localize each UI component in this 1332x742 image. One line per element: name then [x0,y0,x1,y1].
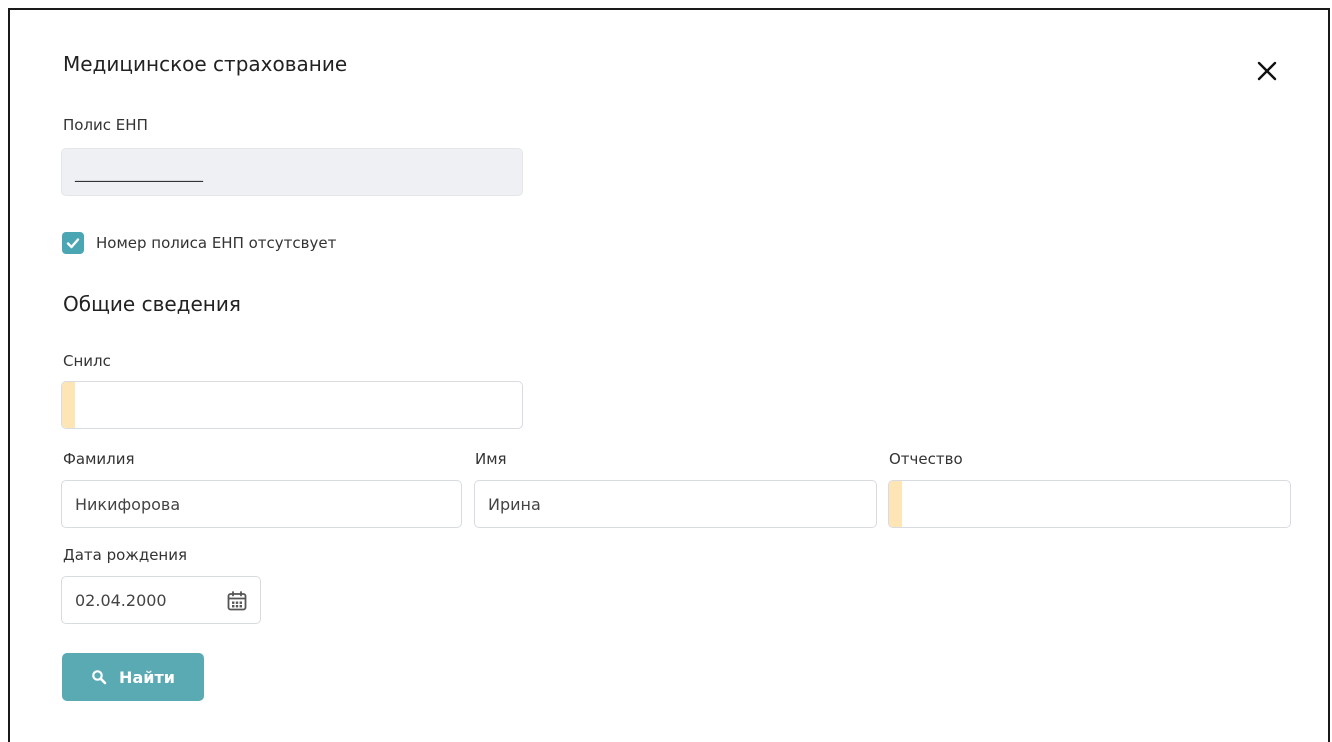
surname-input[interactable]: Никифорова [61,480,462,528]
snils-label: Снилс [63,352,111,370]
no-policy-checkbox-label: Номер полиса ЕНП отсутсвует [96,234,337,252]
birth-date-input-value: 02.04.2000 [75,590,167,610]
find-button-label: Найти [119,667,175,687]
no-policy-checkbox-row[interactable]: Номер полиса ЕНП отсутсвует [62,232,336,254]
name-label: Имя [475,450,507,468]
close-icon[interactable] [1256,60,1278,82]
policy-input-value: ________________ [75,162,203,182]
checkmark-icon [66,238,80,249]
dialog-title: Медицинское страхование [63,52,348,76]
birth-date-input[interactable]: 02.04.2000 [61,576,261,624]
name-input[interactable]: Ирина [474,480,877,528]
policy-input[interactable]: ________________ [61,148,523,196]
birth-date-label: Дата рождения [63,546,187,564]
patronymic-input[interactable] [888,480,1291,528]
search-icon [91,669,107,685]
surname-input-value: Никифорова [75,494,181,514]
medical-insurance-dialog: Медицинское страхование Полис ЕНП ______… [8,8,1330,742]
patronymic-label: Отчество [889,450,963,468]
find-button[interactable]: Найти [62,653,204,701]
snils-input[interactable] [61,381,523,429]
policy-label: Полис ЕНП [63,116,148,134]
name-input-value: Ирина [488,494,541,514]
calendar-icon[interactable] [226,590,248,612]
general-section-title: Общие сведения [63,292,241,316]
surname-label: Фамилия [63,450,135,468]
no-policy-checkbox[interactable] [62,232,84,254]
